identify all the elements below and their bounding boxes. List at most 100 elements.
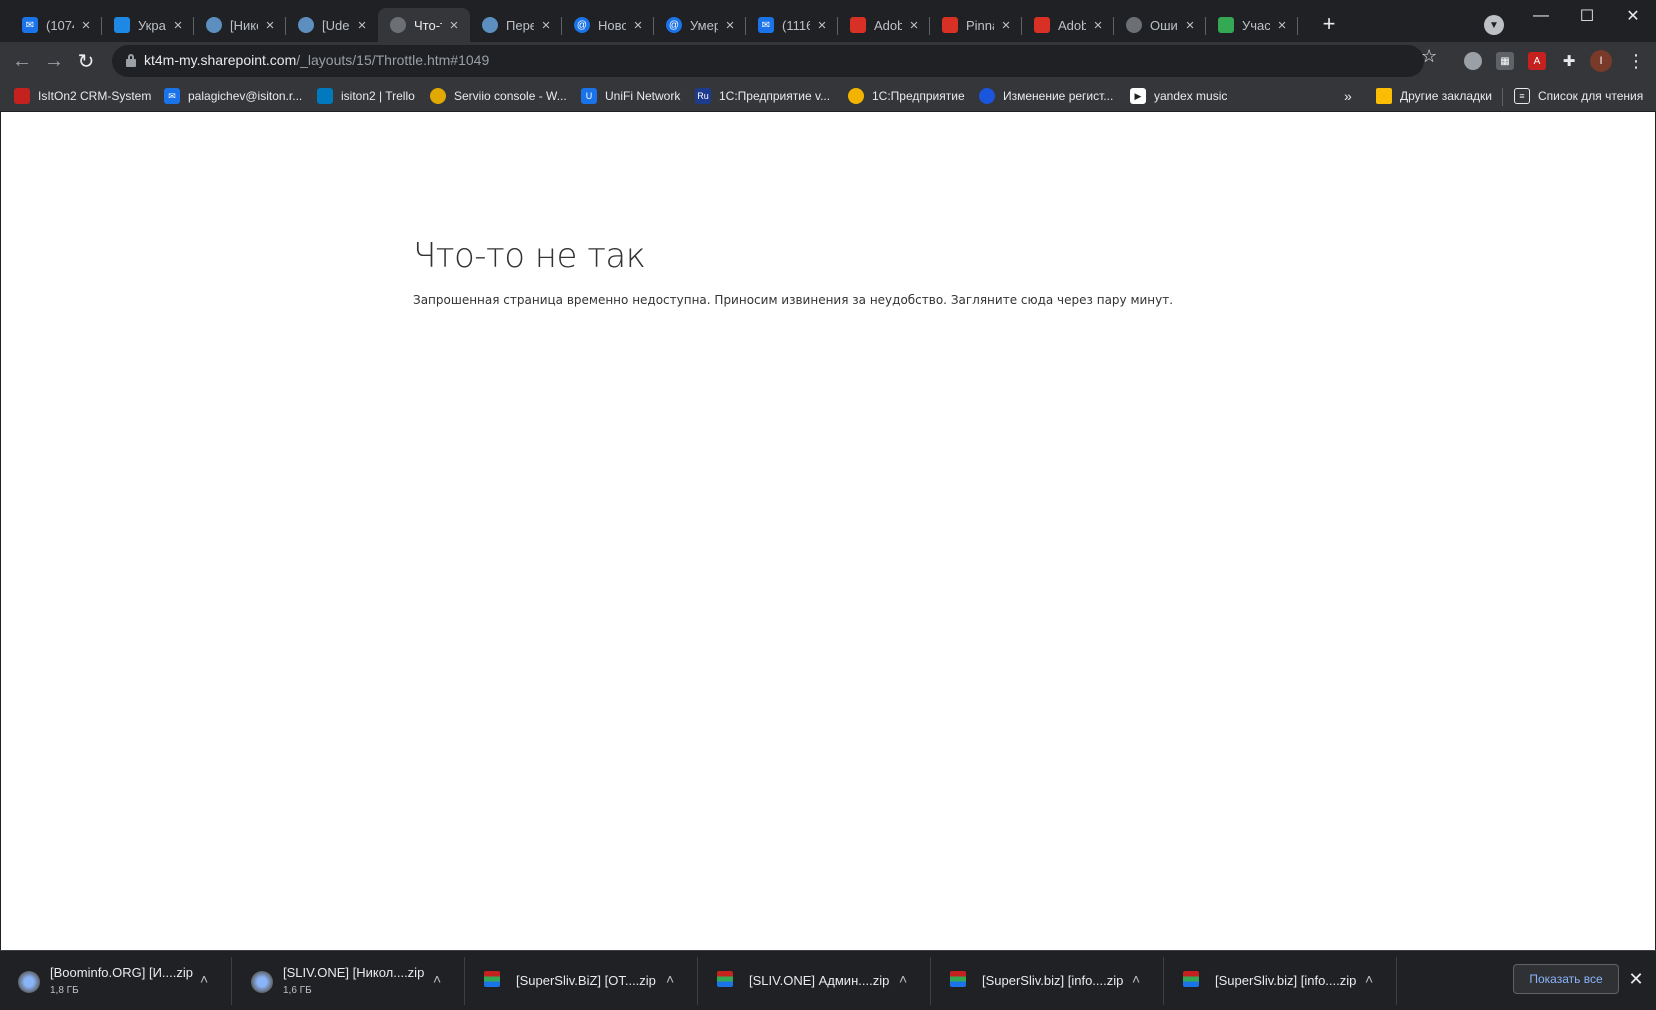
error-message: Запрошенная страница временно недоступна… — [413, 293, 1174, 307]
bookmark-label: UniFi Network — [605, 89, 681, 103]
tab[interactable]: Пере × — [470, 8, 562, 42]
tab[interactable]: @ Ново × — [562, 8, 654, 42]
tab-close-icon[interactable]: × — [170, 17, 186, 34]
chevron-up-icon[interactable]: ˄ — [666, 971, 674, 987]
bookmark-item[interactable]: Изменение регист... — [979, 87, 1113, 105]
tab[interactable]: Учас × — [1206, 8, 1298, 42]
download-filename: [SuperSliv.biz] [info....zip — [982, 973, 1124, 988]
extension-grid-icon[interactable]: ▦ — [1496, 52, 1514, 70]
tab[interactable]: Оши × — [1114, 8, 1206, 42]
download-item[interactable]: [SLIV.ONE] [Никол....zip 1,6 ГБ ˄ — [233, 957, 465, 1005]
chevron-up-icon[interactable]: ˄ — [200, 971, 208, 987]
bookmark-label: isiton2 | Trello — [341, 89, 415, 103]
lock-icon[interactable] — [126, 54, 136, 67]
extensions-puzzle-icon[interactable]: ✚ — [1560, 52, 1578, 70]
download-item[interactable]: [Boominfo.ORG] [И....zip 1,8 ГБ ˄ — [0, 957, 232, 1005]
bookmark-label: palagichev@isiton.r... — [188, 89, 303, 103]
tab[interactable]: ✉ (1116 × — [746, 8, 838, 42]
minimize-icon[interactable]: — — [1518, 0, 1564, 32]
bookmark-item[interactable]: 1С:Предприятие — [848, 87, 965, 105]
tab-close-icon[interactable]: × — [1090, 17, 1106, 34]
tab[interactable]: Adob × — [1022, 8, 1114, 42]
play-icon: ▶ — [1130, 88, 1146, 104]
download-filename: [SuperSliv.biz] [info....zip — [1215, 973, 1357, 988]
tab-search-icon[interactable]: ▼ — [1484, 15, 1504, 35]
tab[interactable]: [Нико× — [194, 8, 286, 42]
forward-icon[interactable]: → — [40, 47, 68, 75]
chevron-up-icon[interactable]: ˄ — [1132, 971, 1140, 987]
download-item[interactable]: [SLIV.ONE] Админ....zip ˄ — [699, 957, 931, 1005]
download-item[interactable]: [SuperSliv.biz] [info....zip ˄ — [1165, 957, 1397, 1005]
chevron-up-icon[interactable]: ˄ — [1365, 971, 1373, 987]
pdf-extension-icon[interactable]: A — [1528, 52, 1546, 70]
new-tab-button[interactable]: + — [1315, 10, 1343, 38]
mail-icon: ✉ — [164, 88, 180, 104]
at-icon: @ — [666, 17, 682, 33]
download-item[interactable]: [SuperSliv.BiZ] [ОТ....zip ˄ — [466, 957, 698, 1005]
bookmark-item[interactable]: isiton2 | Trello — [317, 87, 415, 105]
tab-close-icon[interactable]: × — [906, 17, 922, 34]
mail-icon: ✉ — [758, 17, 774, 33]
bookmark-item[interactable]: ▶ yandex music — [1130, 87, 1227, 105]
flag-icon — [979, 88, 995, 104]
address-bar[interactable]: kt4m-my.sharepoint.com/_layouts/15/Throt… — [112, 45, 1424, 77]
tab-title: (1116 — [782, 17, 810, 33]
tab-close-icon[interactable]: × — [538, 17, 554, 34]
reload-icon[interactable]: ↻ — [72, 47, 100, 75]
profile-avatar[interactable]: I — [1590, 50, 1612, 72]
globe-icon — [482, 17, 498, 33]
download-item[interactable]: [SuperSliv.biz] [info....zip ˄ — [932, 957, 1164, 1005]
tab-close-icon[interactable]: × — [630, 17, 646, 34]
download-size: 1,8 ГБ — [50, 985, 79, 996]
tab-close-icon[interactable]: × — [722, 17, 738, 34]
tab-close-icon[interactable]: × — [1182, 17, 1198, 34]
bookmark-item[interactable]: U UniFi Network — [581, 87, 680, 105]
close-window-icon[interactable]: ✕ — [1610, 0, 1656, 32]
other-bookmarks-folder[interactable]: Другие закладки — [1376, 87, 1492, 105]
tab-close-icon[interactable]: × — [262, 17, 278, 34]
tab[interactable]: Adob × — [838, 8, 930, 42]
mail-icon: ✉ — [22, 17, 38, 33]
bookmark-item[interactable]: Serviio console - W... — [430, 87, 567, 105]
bookmarks-overflow-icon[interactable]: » — [1344, 87, 1352, 105]
tab-close-icon[interactable]: × — [998, 17, 1014, 34]
bookmark-item[interactable]: ✉ palagichev@isiton.r... — [164, 87, 302, 105]
tab-close-icon[interactable]: × — [78, 17, 94, 34]
trello-icon — [317, 88, 333, 104]
tab[interactable]: [Uder× — [286, 8, 378, 42]
bookmark-item[interactable]: Ru 1С:Предприятие v... — [695, 87, 830, 105]
close-shelf-icon[interactable]: ✕ — [1624, 967, 1648, 991]
reading-list-button[interactable]: ≡ Список для чтения — [1514, 87, 1643, 105]
tab[interactable]: Укра × — [102, 8, 194, 42]
bookmark-star-icon[interactable]: ☆ — [1421, 46, 1437, 67]
tab-title: Adob — [1058, 17, 1086, 33]
tab[interactable]: Pinna× — [930, 8, 1022, 42]
tab-title: Оши — [1150, 17, 1178, 33]
chevron-up-icon[interactable]: ˄ — [899, 971, 907, 987]
tab-close-icon[interactable]: × — [354, 17, 370, 34]
globe-icon — [390, 17, 406, 33]
tab-title: [Нико — [230, 17, 258, 33]
back-icon[interactable]: ← — [8, 47, 36, 75]
tab[interactable]: Что-т× — [378, 8, 470, 42]
bookmark-item[interactable]: IsItOn2 CRM-System — [14, 87, 151, 105]
chevron-up-icon[interactable]: ˄ — [433, 971, 441, 987]
archive-icon — [484, 971, 500, 987]
tab[interactable]: @ Умер × — [654, 8, 746, 42]
tab-close-icon[interactable]: × — [814, 17, 830, 34]
menu-kebab-icon[interactable]: ⋮ — [1626, 50, 1646, 72]
bookmark-label: 1С:Предприятие v... — [719, 89, 831, 103]
folder-icon — [1376, 88, 1392, 104]
tab-title: Укра — [138, 17, 166, 33]
extension-icon[interactable] — [1464, 52, 1482, 70]
tab-title: [Uder — [322, 17, 350, 33]
tab-close-icon[interactable]: × — [1274, 17, 1290, 34]
tab[interactable]: ✉ (1074× — [10, 8, 102, 42]
maximize-icon[interactable]: ☐ — [1564, 0, 1610, 32]
url-text[interactable]: kt4m-my.sharepoint.com/_layouts/15/Throt… — [144, 52, 489, 68]
tab-close-icon[interactable]: × — [446, 17, 462, 34]
globe-icon — [18, 971, 40, 993]
show-all-downloads-button[interactable]: Показать все — [1513, 964, 1619, 994]
1c-icon — [848, 88, 864, 104]
bookmark-label: yandex music — [1154, 89, 1228, 103]
